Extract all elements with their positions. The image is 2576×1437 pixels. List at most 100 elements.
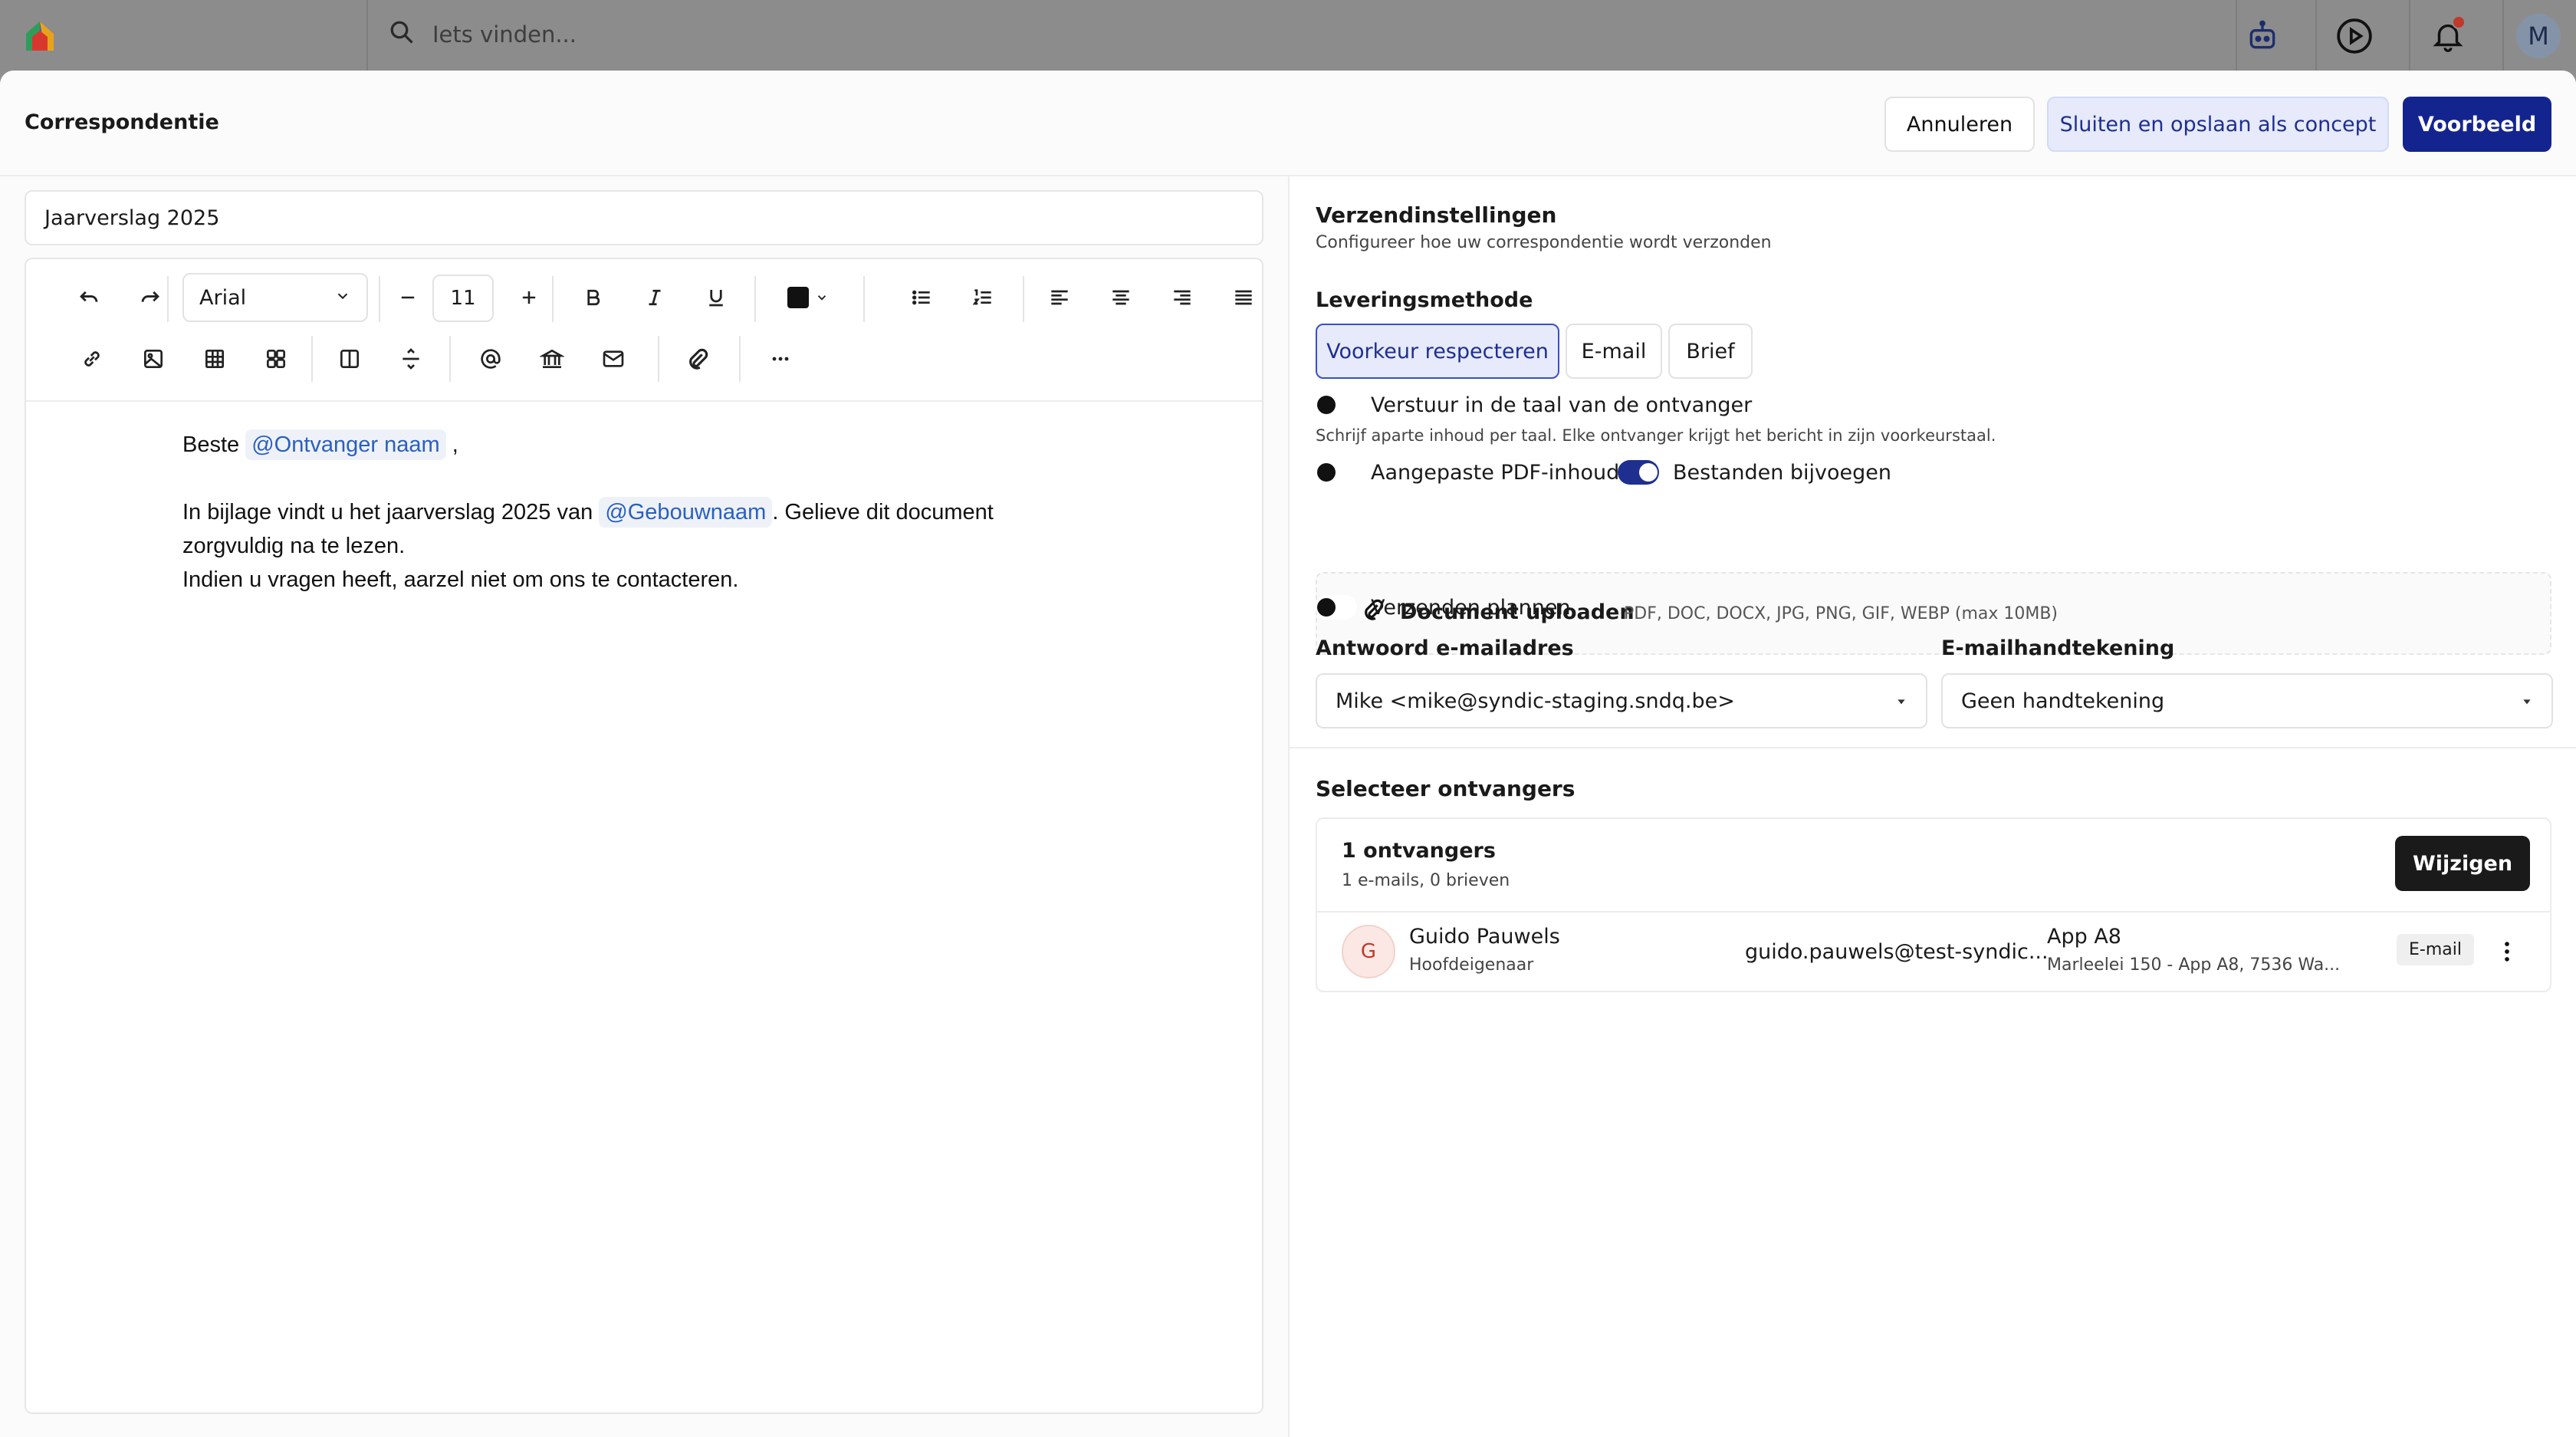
link-icon[interactable] <box>71 337 113 380</box>
editor-panel: Jaarverslag 2025 Arial 11 Beste @Ontvang… <box>0 176 1288 1437</box>
align-left-icon[interactable] <box>1038 276 1081 319</box>
custom-pdf-toggle[interactable] <box>1316 460 1357 485</box>
play-icon[interactable] <box>2335 17 2374 55</box>
recipient-name-mention[interactable]: @Ontvanger naam <box>245 429 446 460</box>
increase-size-icon[interactable] <box>508 276 550 319</box>
building-name-mention[interactable]: @Gebouwnaam <box>599 497 773 528</box>
settings-subtitle: Configureer hoe uw correspondentie wordt… <box>1316 233 1772 252</box>
align-justify-icon[interactable] <box>1222 276 1265 319</box>
image-icon[interactable] <box>132 337 175 380</box>
upload-hint: PDF, DOC, DOCX, JPG, PNG, GIF, WEBP (max… <box>1624 604 2058 623</box>
delivery-method-label: Leveringsmethode <box>1316 288 1533 312</box>
body-line-1-suffix: . Gelieve dit document <box>772 500 994 524</box>
avatar: G <box>1342 925 1395 978</box>
schedule-toggle[interactable] <box>1316 595 1357 620</box>
attachment-icon[interactable] <box>676 337 719 380</box>
undo-icon[interactable] <box>67 276 110 319</box>
topbar-divider <box>2502 0 2504 71</box>
modal-title: Correspondentie <box>25 110 219 134</box>
recipients-title: Selecteer ontvangers <box>1316 776 1576 801</box>
assistant-icon[interactable] <box>2243 17 2282 55</box>
attach-files-toggle[interactable] <box>1618 460 1659 485</box>
delivery-option-preference[interactable]: Voorkeur respecteren <box>1316 324 1559 379</box>
editor-content[interactable]: Beste @Ontvanger naam , In bijlage vindt… <box>182 428 1179 597</box>
schedule-toggle-label: Verzenden plannen <box>1371 595 1571 620</box>
recipient-address: Marleelei 150 - App A8, 7536 Wa... <box>2047 955 2341 975</box>
font-family-select[interactable]: Arial <box>182 273 368 322</box>
underline-icon[interactable] <box>695 276 738 319</box>
redo-icon[interactable] <box>129 276 172 319</box>
delivery-option-email[interactable]: E-mail <box>1566 324 1662 379</box>
reply-address-select[interactable]: Mike <mike@syndic-staging.sndq.be> <box>1316 673 1927 728</box>
search-input[interactable] <box>432 21 892 48</box>
align-center-icon[interactable] <box>1099 276 1142 319</box>
toolbar-divider <box>658 336 659 382</box>
top-bar: M <box>0 0 2576 71</box>
preview-button[interactable]: Voorbeeld <box>2403 97 2551 152</box>
signature-label: E-mailhandtekening <box>1941 636 2175 660</box>
recipient-count: 1 ontvangers <box>1342 839 1496 863</box>
delivery-option-letter[interactable]: Brief <box>1668 324 1753 379</box>
recipients-card: 1 ontvangers 1 e-mails, 0 brieven Wijzig… <box>1316 817 2551 992</box>
language-toggle-row: Verstuur in de taal van de ontvanger <box>1316 393 1752 417</box>
divider-icon[interactable] <box>389 337 432 380</box>
save-draft-button[interactable]: Sluiten en opslaan als concept <box>2047 97 2389 152</box>
italic-icon[interactable] <box>633 276 676 319</box>
global-search[interactable] <box>388 18 892 50</box>
color-swatch-icon <box>787 287 809 308</box>
toolbar-divider <box>754 276 756 322</box>
body-line-2: zorgvuldig na te lezen. <box>182 534 406 558</box>
change-recipients-button[interactable]: Wijzigen <box>2395 836 2530 891</box>
language-toggle[interactable] <box>1316 393 1357 417</box>
notification-bell-icon[interactable] <box>2429 15 2467 55</box>
numbered-list-icon[interactable] <box>961 276 1004 319</box>
table-icon[interactable] <box>193 337 236 380</box>
search-icon <box>388 18 416 50</box>
topbar-divider <box>2315 0 2317 71</box>
bold-icon[interactable] <box>572 276 615 319</box>
user-avatar[interactable]: M <box>2516 14 2561 58</box>
text-color-picker[interactable] <box>777 276 839 319</box>
settings-panel: Verzendinstellingen Configureer hoe uw c… <box>1288 176 2576 1437</box>
toolbar-divider <box>449 336 451 382</box>
table-row[interactable]: G Guido Pauwels Hoofdeigenaar guido.pauw… <box>1317 913 2550 991</box>
more-vertical-icon[interactable] <box>2490 932 2524 971</box>
reply-address-label: Antwoord e-mailadres <box>1316 636 1574 660</box>
recipient-role: Hoofdeigenaar <box>1409 955 1534 975</box>
modal-header: Correspondentie Annuleren Sluiten en ops… <box>0 71 2576 176</box>
reply-address-value: Mike <mike@syndic-staging.sndq.be> <box>1336 689 1735 713</box>
topbar-divider <box>2409 0 2410 71</box>
attach-toggle-row: Bestanden bijvoegen <box>1618 460 1891 485</box>
signature-select[interactable]: Geen handtekening <box>1941 673 2553 728</box>
align-right-icon[interactable] <box>1161 276 1204 319</box>
font-size-input[interactable]: 11 <box>432 275 494 322</box>
channel-badge: E-mail <box>2397 934 2474 965</box>
body-line-1-prefix: In bijlage vindt u het jaarverslag 2025 … <box>182 500 593 524</box>
bullet-list-icon[interactable] <box>900 276 943 319</box>
chevron-down-icon <box>817 295 826 301</box>
mail-icon[interactable] <box>592 337 635 380</box>
more-options-icon[interactable] <box>759 337 802 380</box>
decrease-size-icon[interactable] <box>386 276 429 319</box>
topbar-divider <box>2236 0 2237 71</box>
recipient-unit: App A8 <box>2047 925 2121 949</box>
caret-down-icon <box>1895 689 1907 713</box>
mention-icon[interactable] <box>469 337 512 380</box>
subject-input[interactable]: Jaarverslag 2025 <box>25 190 1263 245</box>
correspondence-modal: Correspondentie Annuleren Sluiten en ops… <box>0 71 2576 1437</box>
toolbar-divider <box>863 276 865 322</box>
schedule-toggle-row: Verzenden plannen <box>1316 595 1571 620</box>
notification-dot <box>2452 15 2466 29</box>
bank-icon[interactable] <box>531 337 573 380</box>
app-logo-icon[interactable] <box>21 17 58 54</box>
columns-icon[interactable] <box>328 337 371 380</box>
toolbar-divider <box>167 276 169 322</box>
language-toggle-label: Verstuur in de taal van de ontvanger <box>1371 393 1753 417</box>
cancel-button[interactable]: Annuleren <box>1884 97 2035 152</box>
recipients-summary: 1 ontvangers 1 e-mails, 0 brieven Wijzig… <box>1317 819 2550 913</box>
greeting-line: Beste @Ontvanger naam , <box>182 428 1179 462</box>
caret-down-icon <box>2521 689 2533 713</box>
settings-title: Verzendinstellingen <box>1316 202 1557 228</box>
body-line-3: Indien u vragen heeft, aarzel niet om on… <box>182 567 739 592</box>
blocks-icon[interactable] <box>255 337 297 380</box>
